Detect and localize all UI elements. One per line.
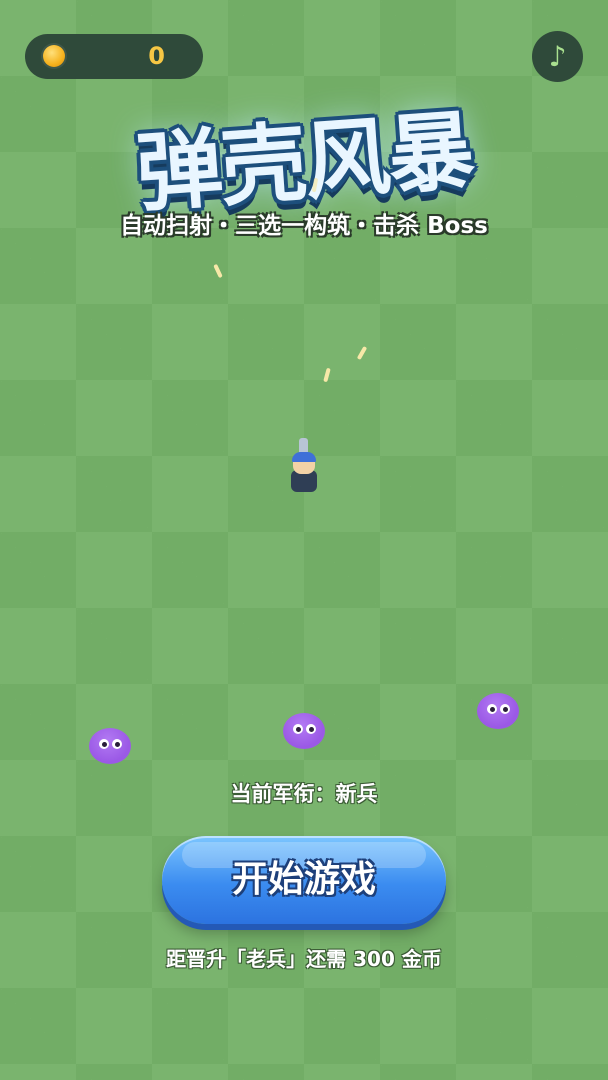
slime-enemy (89, 728, 131, 764)
promotion-progress-text: 距晋升「老兵」还需 300 金币 (166, 947, 442, 971)
rank-value: 新兵 (335, 782, 378, 806)
slime-eye (487, 704, 497, 714)
coin-counter: 0 (25, 34, 203, 79)
slime-eye (99, 739, 109, 749)
slime-eye (112, 739, 122, 749)
bullet (356, 345, 368, 361)
slime-eye (306, 724, 316, 734)
slime-eye (293, 724, 303, 734)
helmet-icon (292, 452, 316, 462)
bullet (323, 367, 331, 383)
current-rank: 当前军衔：新兵 (0, 778, 608, 808)
slime-eye (500, 704, 510, 714)
music-note-icon: ♪ (548, 40, 567, 73)
slime-enemy (477, 693, 519, 729)
rank-label: 当前军衔： (230, 782, 336, 806)
coin-icon (43, 45, 65, 67)
player-soldier (287, 436, 321, 496)
start-game-button[interactable]: 开始游戏 (162, 836, 446, 924)
game-subtitle: 自动扫射・三选一构筑・击杀 Boss (120, 213, 488, 239)
slime-enemy (283, 713, 325, 749)
start-game-label: 开始游戏 (231, 859, 376, 900)
coin-count: 0 (148, 42, 165, 70)
bullet (213, 263, 223, 279)
